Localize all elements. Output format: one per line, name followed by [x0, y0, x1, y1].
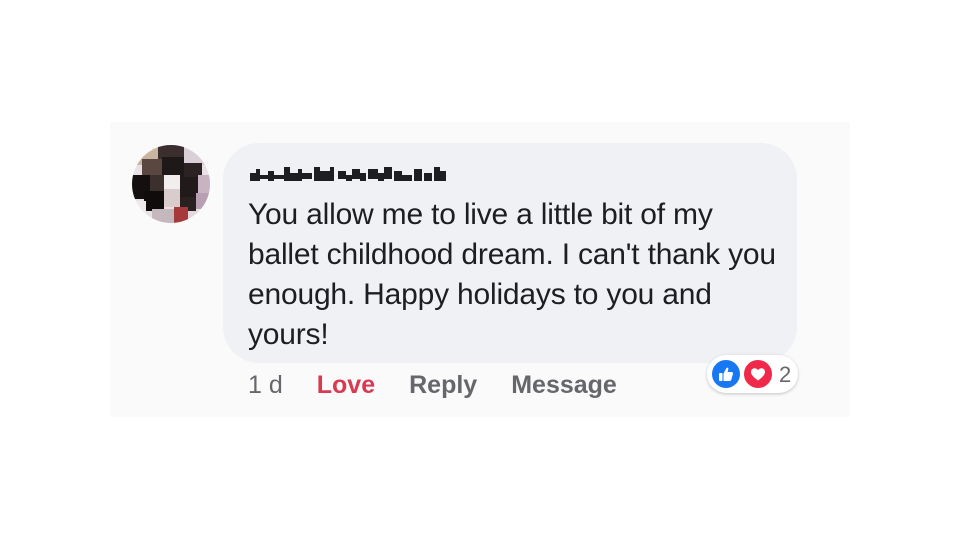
reaction-count: 2 [779, 362, 792, 387]
author-name[interactable] [248, 163, 450, 187]
page: You allow me to live a little bit of my … [0, 0, 960, 540]
reactions-summary[interactable]: 2 [707, 355, 798, 393]
like-icon [710, 358, 742, 390]
obscured-author-name [250, 167, 446, 181]
avatar[interactable] [132, 145, 210, 223]
heart-icon [742, 358, 774, 390]
love-button[interactable]: Love [317, 371, 375, 400]
message-button[interactable]: Message [511, 371, 617, 400]
reply-button[interactable]: Reply [409, 371, 477, 400]
comment-actions: 1 d Love Reply Message [248, 368, 651, 402]
avatar-image [132, 145, 210, 223]
comment-text: You allow me to live a little bit of my … [248, 198, 776, 351]
comment-bubble: You allow me to live a little bit of my … [223, 143, 797, 363]
heart-glyph [751, 368, 765, 381]
thumbs-up-glyph [719, 367, 734, 381]
comment-timestamp[interactable]: 1 d [248, 371, 283, 400]
